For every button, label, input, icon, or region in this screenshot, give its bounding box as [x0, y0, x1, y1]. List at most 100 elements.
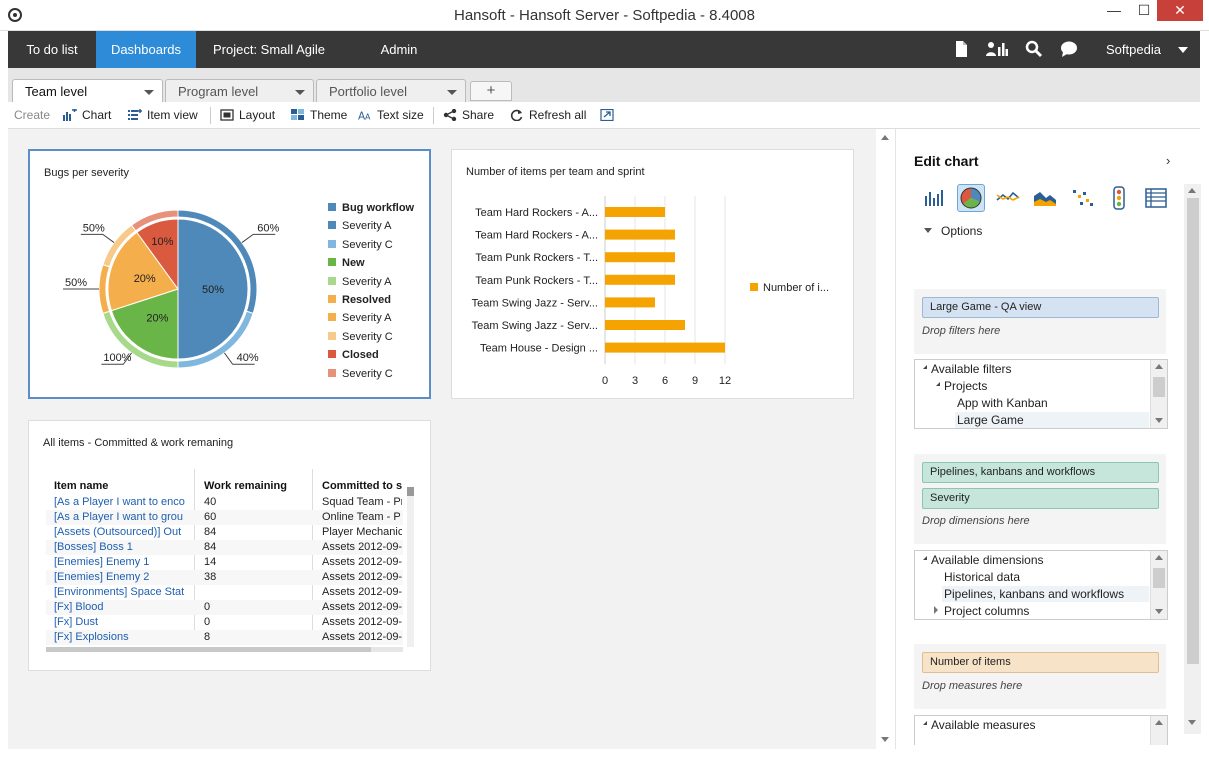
- scroll-thumb[interactable]: [1187, 198, 1199, 664]
- scroll-up-icon[interactable]: [1155, 555, 1163, 560]
- scroll-thumb[interactable]: [1153, 377, 1165, 397]
- expanded-icon[interactable]: [920, 365, 927, 369]
- fullscreen-button[interactable]: [600, 108, 619, 122]
- tree-item[interactable]: Available filters: [931, 362, 1011, 376]
- collapse-panel-icon[interactable]: ›: [1166, 153, 1170, 168]
- chevron-down-icon[interactable]: [447, 90, 457, 95]
- bar-chart[interactable]: 0 3 6 9 12 Team Hard Rockers - A... Team Hard …: [452, 150, 853, 398]
- table-vertical-scrollbar[interactable]: [407, 487, 414, 647]
- legend-item[interactable]: Bug workflow: [328, 202, 414, 214]
- scroll-down-icon[interactable]: [1188, 720, 1196, 725]
- scroll-thumb[interactable]: [407, 487, 414, 496]
- pie-chart[interactable]: 50% 20% 20% 10% 60% 40% 100% 50% 50%: [30, 151, 320, 397]
- legend-item[interactable]: Closed: [328, 349, 379, 361]
- column-header-item-name[interactable]: Item name: [54, 480, 108, 492]
- bar[interactable]: [605, 297, 655, 308]
- nav-project[interactable]: Project: Small Agile: [204, 31, 334, 68]
- chevron-down-icon[interactable]: [924, 228, 932, 233]
- tree-item-selected[interactable]: Large Game: [955, 412, 1149, 428]
- table-horizontal-scrollbar[interactable]: [46, 647, 403, 652]
- column-header-committed[interactable]: Committed to s: [322, 480, 402, 492]
- bar[interactable]: [605, 342, 725, 353]
- options-toggle[interactable]: Options: [941, 224, 982, 238]
- tree-item-selected[interactable]: Pipelines, kanbans and workflows: [942, 586, 1149, 602]
- item-link[interactable]: [As a Player I want to grou: [54, 511, 189, 523]
- bar-chart-card[interactable]: Number of items per team and sprint 0369…: [451, 149, 854, 399]
- item-link[interactable]: [Bosses] Boss 1: [54, 541, 189, 553]
- legend-item[interactable]: Severity A: [328, 220, 392, 232]
- tree-item[interactable]: Available dimensions: [931, 553, 1044, 567]
- document-icon[interactable]: [952, 40, 970, 58]
- pie-chart-card[interactable]: Bugs per severity 50% 20% 20% 10% 60% 40% 100%…: [28, 149, 431, 399]
- item-link[interactable]: [Enemies] Enemy 1: [54, 556, 189, 568]
- legend-item[interactable]: Severity C: [328, 331, 393, 343]
- table-type-icon[interactable]: [1142, 184, 1170, 212]
- item-link[interactable]: [Environments] Space Stat: [54, 586, 189, 598]
- legend-item[interactable]: Severity A: [328, 276, 392, 288]
- chat-icon[interactable]: [1060, 40, 1078, 58]
- refresh-all-button[interactable]: Refresh all: [510, 108, 586, 122]
- scroll-down-icon[interactable]: [1155, 418, 1163, 423]
- nav-todo-list[interactable]: To do list: [8, 31, 96, 68]
- chevron-down-icon[interactable]: [295, 90, 305, 95]
- scroll-up-icon[interactable]: [1155, 364, 1163, 369]
- scroll-down-icon[interactable]: [881, 737, 889, 742]
- legend-item[interactable]: Severity C: [328, 368, 393, 380]
- bar[interactable]: [605, 229, 675, 240]
- filter-chip[interactable]: Large Game - QA view: [922, 297, 1159, 318]
- chart-button[interactable]: Chart: [63, 108, 111, 122]
- list-scrollbar[interactable]: [1150, 716, 1167, 745]
- item-link[interactable]: [Enemies] Enemy 2: [54, 571, 189, 583]
- share-button[interactable]: Share: [443, 108, 494, 122]
- bar[interactable]: [605, 207, 665, 217]
- chevron-down-icon[interactable]: [144, 90, 154, 95]
- available-measures-list[interactable]: Available measures: [914, 715, 1168, 745]
- layout-button[interactable]: Layout: [220, 108, 275, 122]
- scroll-up-icon[interactable]: [1188, 188, 1196, 193]
- traffic-light-type-icon[interactable]: [1105, 184, 1133, 212]
- scatter-chart-type-icon[interactable]: [1068, 184, 1096, 212]
- tree-item[interactable]: Available measures: [931, 718, 1036, 732]
- item-view-button[interactable]: Item view: [128, 108, 198, 122]
- available-filters-list[interactable]: Available filters Projects App with Kanb…: [914, 359, 1168, 429]
- tree-item[interactable]: Historical data: [944, 570, 1020, 584]
- item-link[interactable]: [Assets (Outsourced)] Out: [54, 526, 189, 538]
- scroll-down-icon[interactable]: [1155, 609, 1163, 614]
- dimension-chip[interactable]: Pipelines, kanbans and workflows: [922, 462, 1159, 483]
- bar-chart-type-icon[interactable]: [920, 184, 948, 212]
- bar[interactable]: [605, 252, 675, 263]
- expanded-icon[interactable]: [933, 382, 940, 386]
- scroll-up-icon[interactable]: [1155, 720, 1163, 725]
- expanded-icon[interactable]: [920, 556, 927, 560]
- table-card[interactable]: All items - Committed & work remaning It…: [28, 420, 431, 671]
- close-button[interactable]: ✕: [1157, 0, 1203, 21]
- add-tab-button[interactable]: +: [470, 81, 512, 101]
- legend-item[interactable]: New: [328, 257, 365, 269]
- pie-chart-type-button[interactable]: [957, 184, 985, 212]
- tree-item[interactable]: Projects: [944, 379, 987, 393]
- tab-program-level[interactable]: Program level: [165, 79, 314, 103]
- item-link[interactable]: [As a Player I want to enco: [54, 496, 189, 508]
- available-dimensions-list[interactable]: Available dimensions Historical data Pip…: [914, 550, 1168, 620]
- canvas-scrollbar[interactable]: [876, 129, 895, 749]
- filters-drop-zone[interactable]: Large Game - QA view Drop filters here: [914, 289, 1166, 354]
- list-scrollbar[interactable]: [1150, 360, 1167, 428]
- collapsed-icon[interactable]: [934, 606, 938, 614]
- tab-team-level[interactable]: Team level: [12, 79, 163, 104]
- measure-chip[interactable]: Number of items: [922, 652, 1159, 673]
- theme-button[interactable]: Theme: [291, 108, 347, 122]
- users-chart-icon[interactable]: [986, 40, 1008, 58]
- legend-item[interactable]: Resolved: [328, 294, 391, 306]
- panel-scrollbar[interactable]: [1184, 184, 1201, 734]
- dimension-chip[interactable]: Severity: [922, 488, 1159, 509]
- item-link[interactable]: [Fx] Blood: [54, 601, 189, 613]
- expanded-icon[interactable]: [920, 721, 927, 725]
- item-link[interactable]: [Fx] Explosions: [54, 631, 189, 643]
- measures-drop-zone[interactable]: Number of items Drop measures here: [914, 644, 1166, 709]
- minimize-button[interactable]: —: [1100, 0, 1128, 21]
- legend-label[interactable]: Number of i...: [763, 282, 829, 294]
- area-chart-type-icon[interactable]: [1031, 184, 1059, 212]
- nav-admin[interactable]: Admin: [368, 31, 430, 68]
- tree-item[interactable]: App with Kanban: [957, 396, 1048, 410]
- user-menu[interactable]: Softpedia: [1106, 31, 1161, 68]
